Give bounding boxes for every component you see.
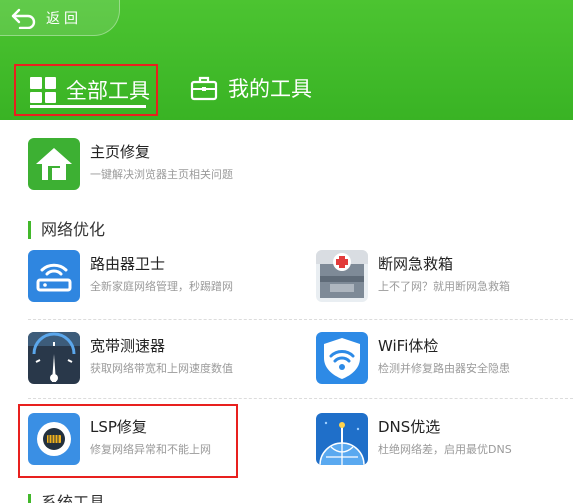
row-divider [28, 319, 573, 320]
selected-tab-underline [30, 105, 146, 108]
tab-all-tools-label: 全部工具 [66, 79, 150, 103]
tool-desc: 获取网络带宽和上网速度数值 [90, 362, 233, 375]
tab-my-tools[interactable]: 我的工具 [190, 68, 312, 108]
tool-desc: 杜绝网络差，启用最优DNS [378, 443, 512, 456]
tab-my-tools-label: 我的工具 [228, 77, 312, 101]
header-bar: 返回 全部工具 我的工具 [0, 0, 573, 120]
tab-all-tools[interactable]: 全部工具 [14, 64, 158, 116]
tool-name: 断网急救箱 [378, 255, 454, 273]
router-icon [28, 250, 80, 302]
toolbox-icon [190, 76, 218, 101]
lsp-highlight-box [18, 404, 238, 478]
home-icon [28, 138, 80, 190]
homepage-repair-tool[interactable]: 主页修复 一键解决浏览器主页相关问题 [28, 138, 233, 190]
speedometer-icon [28, 332, 80, 384]
first-aid-kit-icon [316, 250, 368, 302]
row-divider [28, 398, 573, 399]
tool-name: 路由器卫士 [90, 255, 166, 273]
tool-desc: 检测并修复路由器安全隐患 [378, 362, 510, 375]
globe-icon [316, 413, 368, 465]
tool-name: DNS优选 [378, 418, 441, 436]
tool-desc: 上不了网？就用断网急救箱 [378, 280, 510, 293]
tool-desc: 全新家庭网络管理，秒踢蹭网 [90, 280, 233, 293]
grid-icon [30, 77, 56, 103]
tool-desc: 一键解决浏览器主页相关问题 [90, 168, 233, 181]
router-guard-tool[interactable]: 路由器卫士 全新家庭网络管理，秒踢蹭网 [28, 250, 233, 302]
back-button[interactable]: 返回 [10, 6, 82, 30]
tool-name: 宽带测速器 [90, 337, 166, 355]
back-arrow-icon [11, 8, 36, 29]
wifi-check-tool[interactable]: WiFi体检 检测并修复路由器安全隐患 [316, 332, 510, 384]
tool-name: 主页修复 [90, 143, 151, 161]
network-first-aid-tool[interactable]: 断网急救箱 上不了网？就用断网急救箱 [316, 250, 510, 302]
dns-optimize-tool[interactable]: DNS优选 杜绝网络差，启用最优DNS [316, 413, 512, 465]
section-title-system: 系统工具 [28, 494, 105, 503]
wifi-shield-icon [316, 332, 368, 384]
section-title-network: 网络优化 [28, 221, 105, 239]
speed-test-tool[interactable]: 宽带测速器 获取网络带宽和上网速度数值 [28, 332, 233, 384]
back-label: 返回 [46, 11, 82, 27]
tool-name: WiFi体检 [378, 337, 439, 355]
